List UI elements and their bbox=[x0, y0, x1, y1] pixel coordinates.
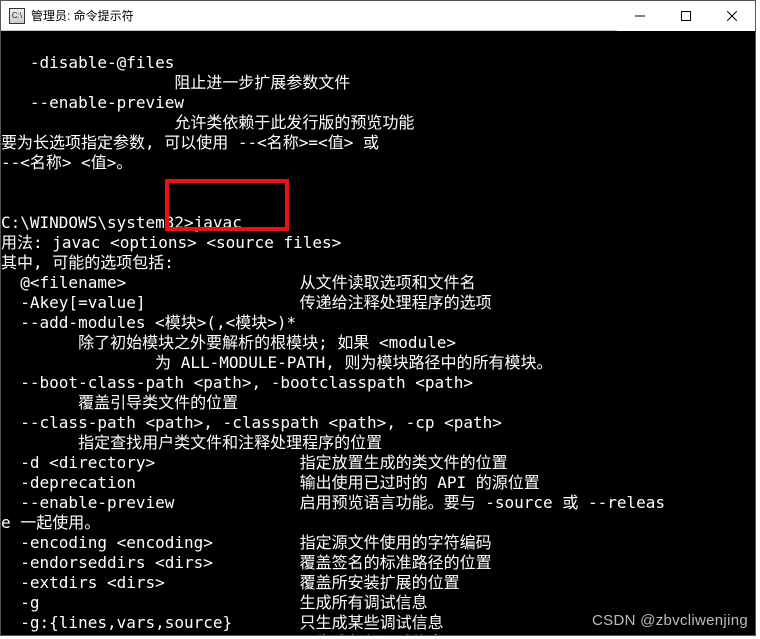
terminal-line: --boot-class-path <path>, -bootclasspath… bbox=[1, 373, 755, 393]
window-title: 管理员: 命令提示符 bbox=[31, 7, 134, 24]
maximize-button[interactable] bbox=[663, 1, 709, 31]
terminal-line: 除了初始模块之外要解析的根模块; 如果 <module> bbox=[1, 333, 755, 353]
terminal-line: -endorseddirs <dirs> 覆盖签名的标准路径的位置 bbox=[1, 553, 755, 573]
terminal-line: 用法: javac <options> <source files> bbox=[1, 233, 755, 253]
terminal-line: 阻止进一步扩展参数文件 bbox=[1, 73, 755, 93]
terminal-line: -d <directory> 指定放置生成的类文件的位置 bbox=[1, 453, 755, 473]
terminal-line: 覆盖引导类文件的位置 bbox=[1, 393, 755, 413]
app-icon: C:\ bbox=[9, 8, 25, 24]
terminal-line: 允许类依赖于此发行版的预览功能 bbox=[1, 113, 755, 133]
terminal-output[interactable]: -disable-@files 阻止进一步扩展参数文件 --enable-pre… bbox=[1, 31, 755, 635]
terminal-line: -disable-@files bbox=[1, 53, 755, 73]
terminal-line: -g:none 不生成任何调试信息 bbox=[1, 633, 755, 635]
terminal-line: -g 生成所有调试信息 bbox=[1, 593, 755, 613]
watermark: CSDN @zbvcliwenjing bbox=[592, 612, 748, 629]
terminal-line: 为 ALL-MODULE-PATH, 则为模块路径中的所有模块。 bbox=[1, 353, 755, 373]
terminal-line: -deprecation 输出使用已过时的 API 的源位置 bbox=[1, 473, 755, 493]
minimize-button[interactable] bbox=[617, 1, 663, 31]
terminal-line: 指定查找用户类文件和注释处理程序的位置 bbox=[1, 433, 755, 453]
terminal-line: -Akey[=value] 传递给注释处理程序的选项 bbox=[1, 293, 755, 313]
close-button[interactable] bbox=[709, 1, 755, 31]
maximize-icon bbox=[681, 11, 691, 21]
terminal-line: --enable-preview 启用预览语言功能。要与 -source 或 -… bbox=[1, 493, 755, 513]
titlebar[interactable]: C:\ 管理员: 命令提示符 bbox=[1, 1, 755, 31]
cmd-window: C:\ 管理员: 命令提示符 -disable-@files 阻止进一步扩展参数… bbox=[0, 0, 756, 636]
terminal-line bbox=[1, 33, 755, 53]
terminal-line: 要为长选项指定参数, 可以使用 --<名称>=<值> 或 bbox=[1, 133, 755, 153]
minimize-icon bbox=[635, 11, 645, 21]
terminal-line: e 一起使用。 bbox=[1, 513, 755, 533]
terminal-line: --<名称> <值>。 bbox=[1, 153, 755, 173]
terminal-line: @<filename> 从文件读取选项和文件名 bbox=[1, 273, 755, 293]
terminal-line: 其中, 可能的选项包括: bbox=[1, 253, 755, 273]
terminal-line: C:\WINDOWS\system32>javac bbox=[1, 213, 755, 233]
close-icon bbox=[727, 11, 737, 21]
terminal-line: -encoding <encoding> 指定源文件使用的字符编码 bbox=[1, 533, 755, 553]
terminal-line: --add-modules <模块>(,<模块>)* bbox=[1, 313, 755, 333]
terminal-line: --class-path <path>, -classpath <path>, … bbox=[1, 413, 755, 433]
terminal-line: -extdirs <dirs> 覆盖所安装扩展的位置 bbox=[1, 573, 755, 593]
terminal-line bbox=[1, 173, 755, 193]
terminal-line: --enable-preview bbox=[1, 93, 755, 113]
terminal-line bbox=[1, 193, 755, 213]
